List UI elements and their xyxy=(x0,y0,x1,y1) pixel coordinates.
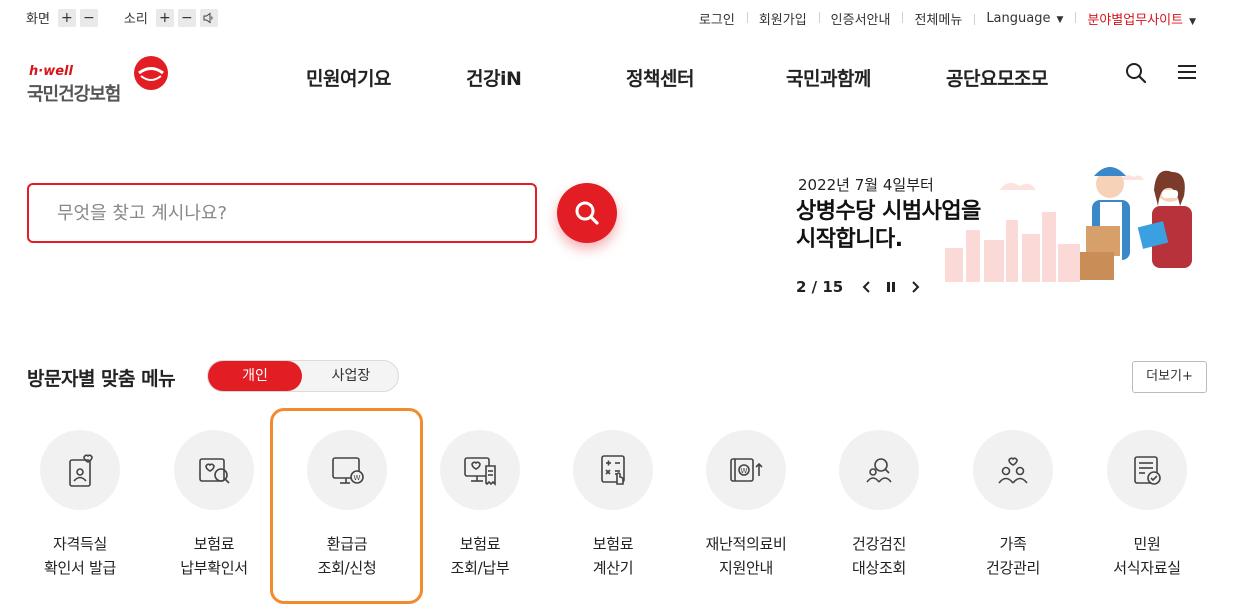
all-menu-link[interactable]: 전체메뉴 xyxy=(902,9,974,28)
menu-item-premium-calculator[interactable]: 보험료계산기 xyxy=(546,430,680,580)
nav-health-in[interactable]: 건강iN xyxy=(466,64,522,91)
nav-about-nhis[interactable]: 공단요모조모 xyxy=(946,64,1048,91)
sound-label: 소리 xyxy=(123,12,148,27)
menu-label-line2: 계산기 xyxy=(592,559,634,577)
section-title: 방문자별 맞춤 메뉴 xyxy=(27,368,176,390)
zoom-out-button[interactable]: − xyxy=(79,8,98,27)
menu-item-eligibility[interactable]: 자격득실확인서 발급 xyxy=(13,430,147,580)
menu-label-line2: 납부확인서 xyxy=(180,559,248,577)
logo-subtext: h·well xyxy=(29,64,73,79)
people-search-icon xyxy=(866,458,892,483)
menu-icon-wrap xyxy=(839,430,919,510)
menu-item-forms-library[interactable]: 민원서식자료실 xyxy=(1080,430,1214,580)
banner-page-separator: / xyxy=(806,278,823,296)
svg-text:W: W xyxy=(741,467,748,475)
chevron-right-icon[interactable] xyxy=(911,280,921,294)
main-header: h·well 국민건강보험 민원여기요 건강iN 정책센터 국민과함께 공단요모… xyxy=(0,40,1236,110)
logo-text: 국민건강보험 xyxy=(27,84,121,105)
id-card-heart-icon xyxy=(69,454,93,487)
menu-item-premium-payment-cert[interactable]: 보험료납부확인서 xyxy=(147,430,281,580)
menu-item-catastrophic-medical[interactable]: W 재난적의료비지원안내 xyxy=(679,430,813,580)
menu-label-line1: 민원 xyxy=(1133,535,1161,553)
menu-label-line2: 지원안내 xyxy=(718,559,773,577)
login-link[interactable]: 로그인 xyxy=(687,9,747,28)
visitor-type-toggle: 개인 사업장 xyxy=(207,360,399,392)
banner-page-current: 2 xyxy=(796,278,807,296)
menu-label-line1: 보험료 xyxy=(193,535,235,553)
nav-with-citizens[interactable]: 국민과함께 xyxy=(786,64,871,91)
calculator-icon xyxy=(601,455,625,485)
signup-link[interactable]: 회원가입 xyxy=(746,9,819,28)
menu-item-family-health[interactable]: 가족건강관리 xyxy=(946,430,1080,580)
menu-label-line2: 확인서 발급 xyxy=(44,559,116,577)
caret-down-icon: ▼ xyxy=(1056,15,1064,25)
monitor-receipt-icon xyxy=(464,457,496,486)
menu-label-line1: 보험료 xyxy=(459,535,501,553)
chevron-left-icon[interactable] xyxy=(861,280,871,294)
certificate-guide-link[interactable]: 인증서안내 xyxy=(818,9,903,28)
main-search-box xyxy=(27,183,537,243)
accessibility-controls: 화면 + − 소리 + − xyxy=(26,8,244,27)
menu-label-line2: 조회/납부 xyxy=(450,559,510,577)
wallet-won-up-icon: W xyxy=(730,458,763,482)
logo-mark-icon xyxy=(134,56,168,90)
highlight-outline xyxy=(270,408,423,604)
menu-icon-wrap: W xyxy=(706,430,786,510)
nav-civil-service[interactable]: 민원여기요 xyxy=(306,64,391,91)
menu-label-line1: 가족 xyxy=(999,535,1027,553)
language-label: Language xyxy=(986,11,1051,26)
search-input[interactable] xyxy=(29,185,535,241)
search-icon xyxy=(575,201,599,225)
menu-label-line2: 건강관리 xyxy=(985,559,1040,577)
search-icon[interactable] xyxy=(1125,62,1147,84)
menu-item-health-checkup[interactable]: 건강검진대상조회 xyxy=(812,430,946,580)
zoom-in-button[interactable]: + xyxy=(57,8,76,27)
field-sites-label: 분야별업무사이트 xyxy=(1087,13,1184,28)
sound-group: 소리 + − xyxy=(124,8,222,27)
screen-zoom-label: 화면 xyxy=(26,12,50,27)
banner-date: 2022년 7월 4일부터 xyxy=(798,176,934,194)
language-select[interactable]: Language ▼ xyxy=(974,11,1075,26)
volume-up-button[interactable]: + xyxy=(155,8,174,27)
menu-label-line1: 건강검진 xyxy=(851,535,906,553)
document-search-icon xyxy=(199,458,230,484)
screen-zoom-group: 화면 + − xyxy=(26,8,102,27)
speaker-icon[interactable] xyxy=(199,8,218,27)
menu-icon-wrap xyxy=(1107,430,1187,510)
utility-bar: 화면 + − 소리 + − 로그인 회원가입 인증서안내 전체메뉴 Langua… xyxy=(0,0,1236,36)
menu-icon-wrap xyxy=(440,430,520,510)
volume-down-button[interactable]: − xyxy=(177,8,196,27)
tab-personal[interactable]: 개인 xyxy=(208,361,302,391)
banner-page-total: 15 xyxy=(822,278,844,296)
field-sites-select[interactable]: 분야별업무사이트 ▼ xyxy=(1075,9,1208,28)
search-button[interactable] xyxy=(557,183,617,243)
menu-label-line1: 재난적의료비 xyxy=(705,535,787,553)
nhis-logo[interactable]: h·well 국민건강보험 xyxy=(27,46,177,106)
menu-label-line1: 자격득실 xyxy=(52,535,107,553)
pause-icon[interactable] xyxy=(885,280,897,294)
menu-label-line2: 대상조회 xyxy=(851,559,906,577)
more-button[interactable]: 더보기+ xyxy=(1132,361,1207,393)
hamburger-menu-icon[interactable] xyxy=(1177,62,1197,82)
utility-links: 로그인 회원가입 인증서안내 전체메뉴 Language ▼ 분야별업무사이트 ▼ xyxy=(687,9,1208,28)
banner-illustration xyxy=(945,167,1192,282)
family-heart-icon xyxy=(998,457,1028,484)
menu-icon-wrap xyxy=(40,430,120,510)
menu-icon-wrap xyxy=(973,430,1053,510)
tab-business[interactable]: 사업장 xyxy=(304,361,398,391)
caret-down-icon: ▼ xyxy=(1189,17,1196,27)
banner-pager: 2 / 15 xyxy=(796,278,921,296)
menu-item-premium-lookup[interactable]: 보험료조회/납부 xyxy=(413,430,547,580)
menu-label-line1: 보험료 xyxy=(592,535,634,553)
menu-icon-wrap xyxy=(174,430,254,510)
menu-label-line2: 서식자료실 xyxy=(1113,559,1181,577)
nav-policy-center[interactable]: 정책센터 xyxy=(626,64,694,91)
document-check-icon xyxy=(1134,456,1161,485)
menu-icon-wrap xyxy=(573,430,653,510)
